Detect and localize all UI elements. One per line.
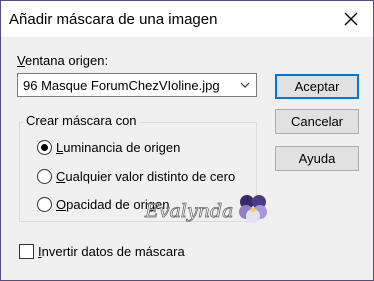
source-window-select[interactable]: 96 Masque ForumChezVIoline.jpg xyxy=(17,73,257,97)
accept-button[interactable]: Aceptar xyxy=(275,74,359,99)
radio-luminance-circle[interactable] xyxy=(37,139,52,155)
dialog-content: Ventana origen: 96 Masque ForumChezVIoli… xyxy=(1,37,373,280)
source-window-value: 96 Masque ForumChezVIoline.jpg xyxy=(23,78,220,93)
invert-mask-checkbox[interactable] xyxy=(19,244,34,259)
radio-luminance-label: Luminancia de origen xyxy=(56,139,181,155)
svg-text:Evalynda: Evalynda xyxy=(144,200,233,222)
watermark-signature: Evalynda xyxy=(144,195,267,223)
radio-opacity-circle[interactable] xyxy=(37,196,52,212)
cancel-button[interactable]: Cancelar xyxy=(275,109,359,134)
radio-luminance[interactable]: Luminancia de origen xyxy=(37,138,180,156)
dialog-title: Añadir máscara de una imagen xyxy=(9,11,218,28)
mask-group-legend: Crear máscara con xyxy=(23,113,140,128)
radio-any-nonzero-circle[interactable] xyxy=(37,168,52,184)
source-window-label: Ventana origen: xyxy=(17,53,109,68)
help-button[interactable]: Ayuda xyxy=(275,146,359,171)
invert-mask-label: Invertir datos de máscara xyxy=(38,244,185,259)
close-button[interactable] xyxy=(337,7,365,31)
invert-mask-row[interactable]: Invertir datos de máscara xyxy=(19,244,185,259)
radio-any-nonzero-label: Cualquier valor distinto de cero xyxy=(56,168,236,184)
chevron-down-icon xyxy=(240,82,250,88)
pansy-flower-icon xyxy=(239,195,267,223)
title-bar: Añadir máscara de una imagen xyxy=(1,1,373,37)
dialog-window: Añadir máscara de una imagen Ventana ori… xyxy=(0,0,374,281)
close-icon xyxy=(344,12,358,26)
radio-any-nonzero[interactable]: Cualquier valor distinto de cero xyxy=(37,167,235,185)
